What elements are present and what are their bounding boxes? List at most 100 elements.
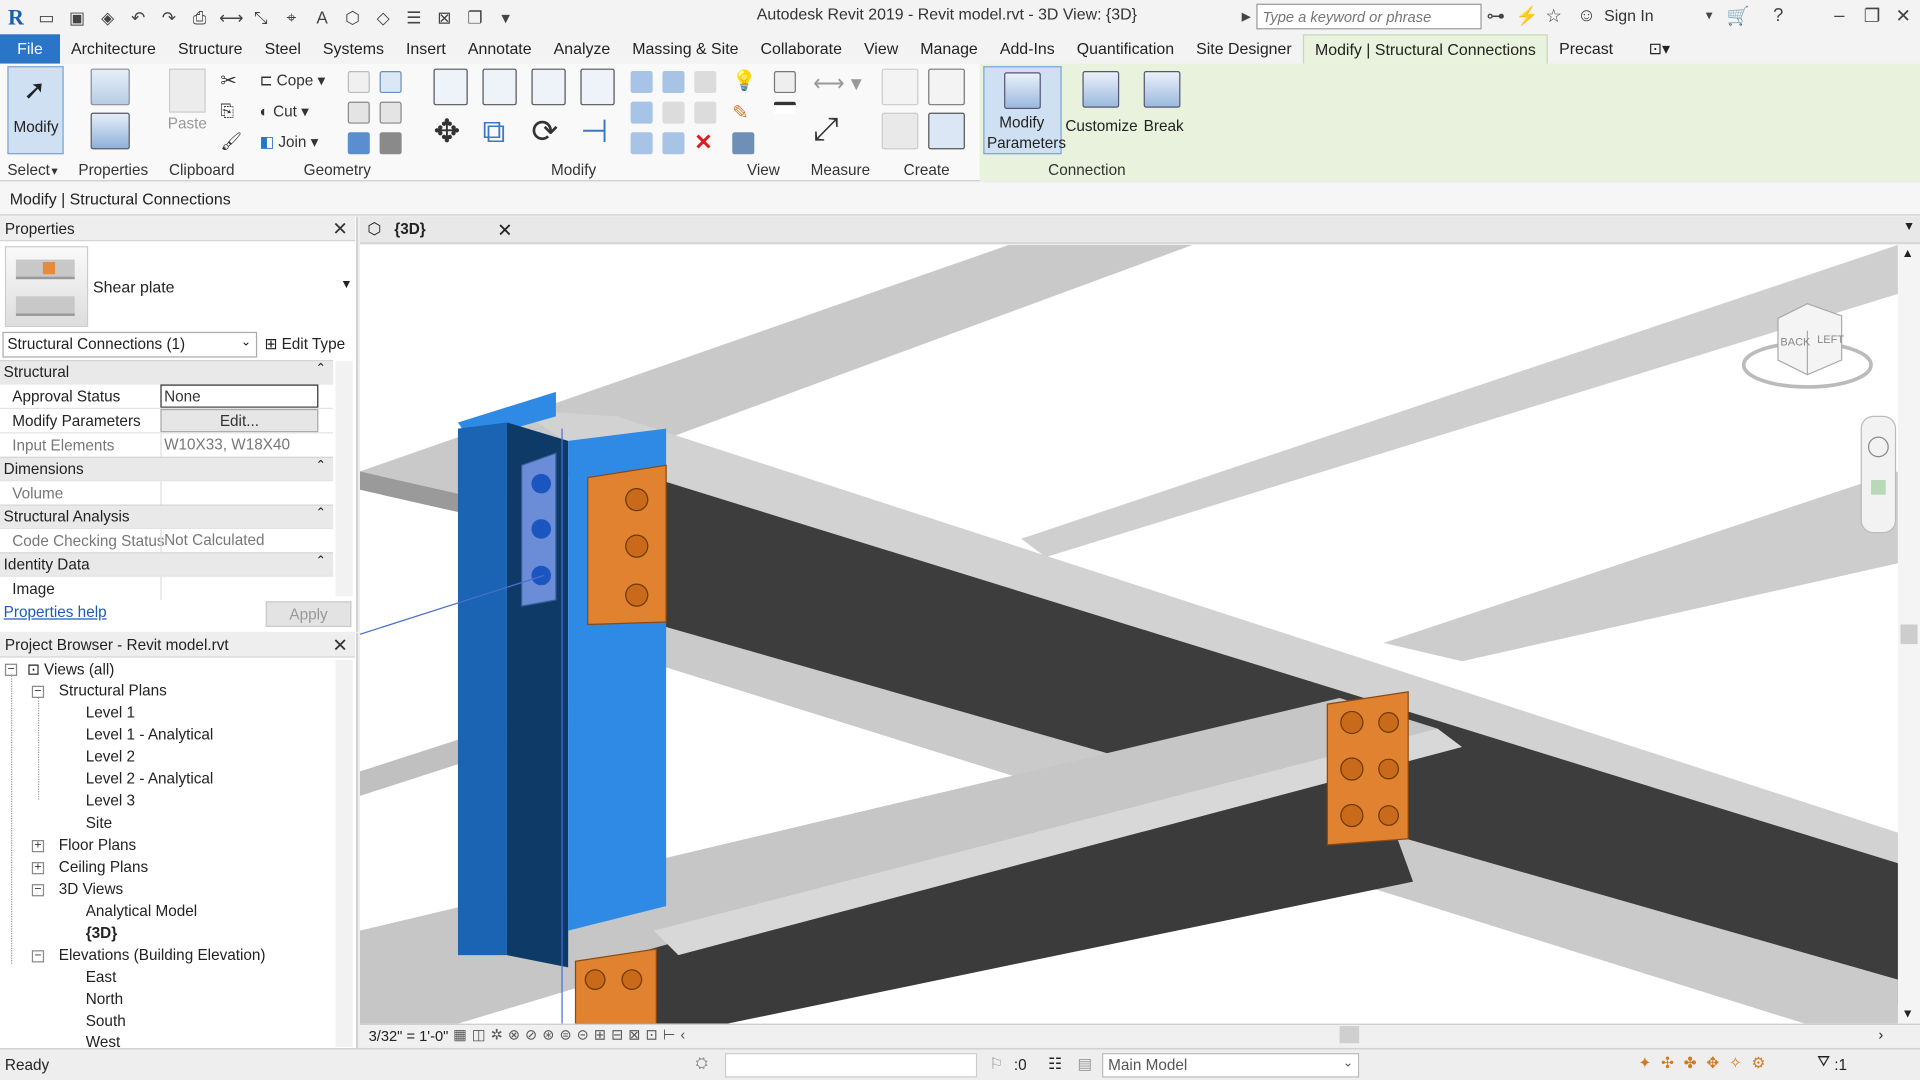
array-icon[interactable] [630, 101, 653, 124]
line-weights-icon[interactable] [773, 101, 796, 114]
hide-in-view-icon[interactable] [773, 71, 796, 94]
worksets-icon[interactable]: ⛭ [696, 1054, 708, 1072]
design-options-icon[interactable]: ☷ [1048, 1054, 1062, 1073]
tab-analyze[interactable]: Analyze [543, 34, 622, 63]
paste-icon[interactable] [168, 68, 206, 113]
help-icon[interactable]: ? [1773, 5, 1783, 26]
tree-collapse-icon[interactable]: − [31, 950, 45, 963]
section-icon[interactable]: ◇ [372, 6, 394, 28]
tree-node-views[interactable]: ⊡ Views (all) [27, 660, 114, 678]
tree-node-3d-views[interactable]: 3D Views [59, 880, 123, 897]
tab-manage[interactable]: Manage [909, 34, 989, 63]
tab-steel[interactable]: Steel [254, 34, 312, 63]
restore-icon[interactable]: ❐ [1864, 5, 1880, 27]
view-control-icons[interactable]: ▦◫✲⊗⊘⊛⊜⊝⊞⊟⊠⊡⊢‹ [453, 1026, 690, 1043]
3d-view-icon[interactable]: ⬡ [342, 6, 364, 28]
demolish-icon[interactable] [347, 132, 370, 155]
cut-scissors-icon[interactable]: ✂ [220, 69, 236, 93]
tree-node-south[interactable]: South [86, 1013, 126, 1030]
tree-node-level-1[interactable]: Level 1 [86, 704, 135, 721]
revit-logo-icon[interactable]: R [5, 6, 27, 28]
tab-annotate[interactable]: Annotate [457, 34, 543, 63]
apply-button[interactable]: Apply [265, 601, 352, 627]
tree-node-level-1-analytical[interactable]: Level 1 - Analytical [86, 726, 214, 743]
create-group-icon[interactable] [881, 112, 919, 150]
close-hidden-icon[interactable]: ⊠ [433, 6, 455, 28]
text-icon[interactable]: A [311, 6, 333, 28]
group-dimensions[interactable]: Dimensions ⌃ [0, 456, 334, 481]
ribbon-minimize-toggle-icon[interactable]: ⊡▾ [1624, 34, 1681, 63]
tab-systems[interactable]: Systems [312, 34, 395, 63]
align-dimension-icon[interactable]: ⤡ [250, 6, 272, 28]
tree-expand-icon[interactable]: + [31, 861, 45, 875]
tab-view[interactable]: View [853, 34, 909, 63]
instance-filter-dropdown[interactable]: Structural Connections (1) ⌄ [2, 331, 258, 358]
redo-icon[interactable]: ↷ [158, 6, 180, 28]
workset-dropdown[interactable] [724, 1053, 978, 1078]
split-face-icon[interactable] [379, 71, 402, 94]
sign-in-link[interactable]: Sign In [1604, 6, 1654, 24]
view-vertical-scrollbar[interactable]: ▲ ▼ [1897, 244, 1920, 1024]
temporary-hide-icon[interactable] [732, 132, 755, 155]
approval-status-field[interactable]: None [160, 384, 319, 408]
tree-node-ceiling-plans[interactable]: Ceiling Plans [59, 858, 148, 875]
scroll-right-icon[interactable]: › [1878, 1026, 1883, 1043]
customize-button[interactable]: Customize [1063, 66, 1139, 154]
tree-node-level-2[interactable]: Level 2 [86, 748, 135, 765]
undo-icon[interactable]: ↶ [127, 6, 149, 28]
project-browser-scrollbar[interactable] [335, 660, 353, 1047]
rotate-icon[interactable]: ⟳ [531, 113, 558, 151]
copy-icon[interactable]: ⎘ [220, 100, 234, 121]
sync-icon[interactable]: ◈ [97, 6, 119, 28]
scroll-up-icon[interactable]: ▲ [1902, 247, 1914, 260]
override-graphics-icon[interactable]: 💡 [732, 69, 756, 93]
tab-site-designer[interactable]: Site Designer [1185, 34, 1303, 63]
horizontal-scroll-thumb[interactable] [1339, 1026, 1360, 1044]
search-input[interactable] [1256, 3, 1482, 30]
tab-quantification[interactable]: Quantification [1066, 34, 1185, 63]
trim-single-icon[interactable] [662, 132, 685, 155]
tree-collapse-icon[interactable]: − [31, 685, 45, 698]
tag-icon[interactable]: ⌖ [280, 6, 302, 28]
create-parts-icon[interactable] [928, 68, 965, 106]
tree-node-structural-plans[interactable]: Structural Plans [59, 682, 167, 699]
split-element-icon[interactable] [630, 71, 653, 94]
project-browser-close-icon[interactable]: ✕ [332, 634, 347, 657]
cart-icon[interactable]: 🛒 [1727, 5, 1750, 27]
editable-only-icon[interactable]: ⚐ [989, 1054, 1003, 1073]
type-selector-name[interactable]: Shear plate [93, 278, 174, 296]
unpin-icon[interactable] [694, 71, 717, 94]
tree-node-analytical-model[interactable]: Analytical Model [86, 902, 197, 919]
modify-parameters-edit-button[interactable]: Edit... [160, 408, 319, 433]
tab-insert[interactable]: Insert [395, 34, 457, 63]
select-panel-label[interactable]: Select [7, 162, 50, 179]
print-icon[interactable]: ⎙ [189, 6, 211, 28]
type-properties-button[interactable] [86, 68, 135, 155]
join-button[interactable]: ◧ Join ▾ [260, 132, 319, 150]
select-dropdown-icon[interactable]: ▾ [51, 165, 57, 178]
group-structural-analysis[interactable]: Structural Analysis ⌃ [0, 504, 334, 528]
aligned-dimension-icon[interactable]: ⤢ [813, 110, 838, 149]
modify-button[interactable]: ➚ Modify [7, 66, 64, 155]
group-identity-data[interactable]: Identity Data ⌃ [0, 552, 334, 576]
navigation-bar[interactable] [1860, 415, 1897, 534]
split-with-gap-icon[interactable] [662, 71, 685, 94]
trim-extend-icon[interactable]: ⊣ [580, 113, 608, 151]
mirror-pick-axis-icon[interactable] [531, 68, 566, 106]
cut-geometry-button[interactable]: ◐ Cut ▾ [260, 102, 309, 120]
switch-windows-icon[interactable]: ❐ [464, 6, 486, 28]
properties-scrollbar[interactable] [335, 361, 353, 597]
linework-icon[interactable]: ✎ [732, 100, 748, 124]
wall-joins-icon[interactable] [347, 71, 370, 94]
tree-node-3d-active[interactable]: {3D} [86, 924, 117, 941]
mirror-draw-axis-icon[interactable] [580, 68, 615, 106]
tree-expand-icon[interactable]: + [31, 839, 45, 853]
tree-node-north[interactable]: North [86, 991, 123, 1008]
properties-help-link[interactable]: Properties help [4, 604, 107, 621]
close-icon[interactable]: ✕ [1896, 5, 1911, 27]
sign-in-dropdown-icon[interactable]: ▾ [1706, 7, 1713, 24]
tree-collapse-icon[interactable]: − [4, 663, 18, 676]
favorites-star-icon[interactable]: ☆ [1545, 5, 1561, 27]
measure-distance-icon[interactable]: ⟷ ▾ [813, 71, 862, 97]
paste-button[interactable]: Paste [168, 115, 207, 132]
